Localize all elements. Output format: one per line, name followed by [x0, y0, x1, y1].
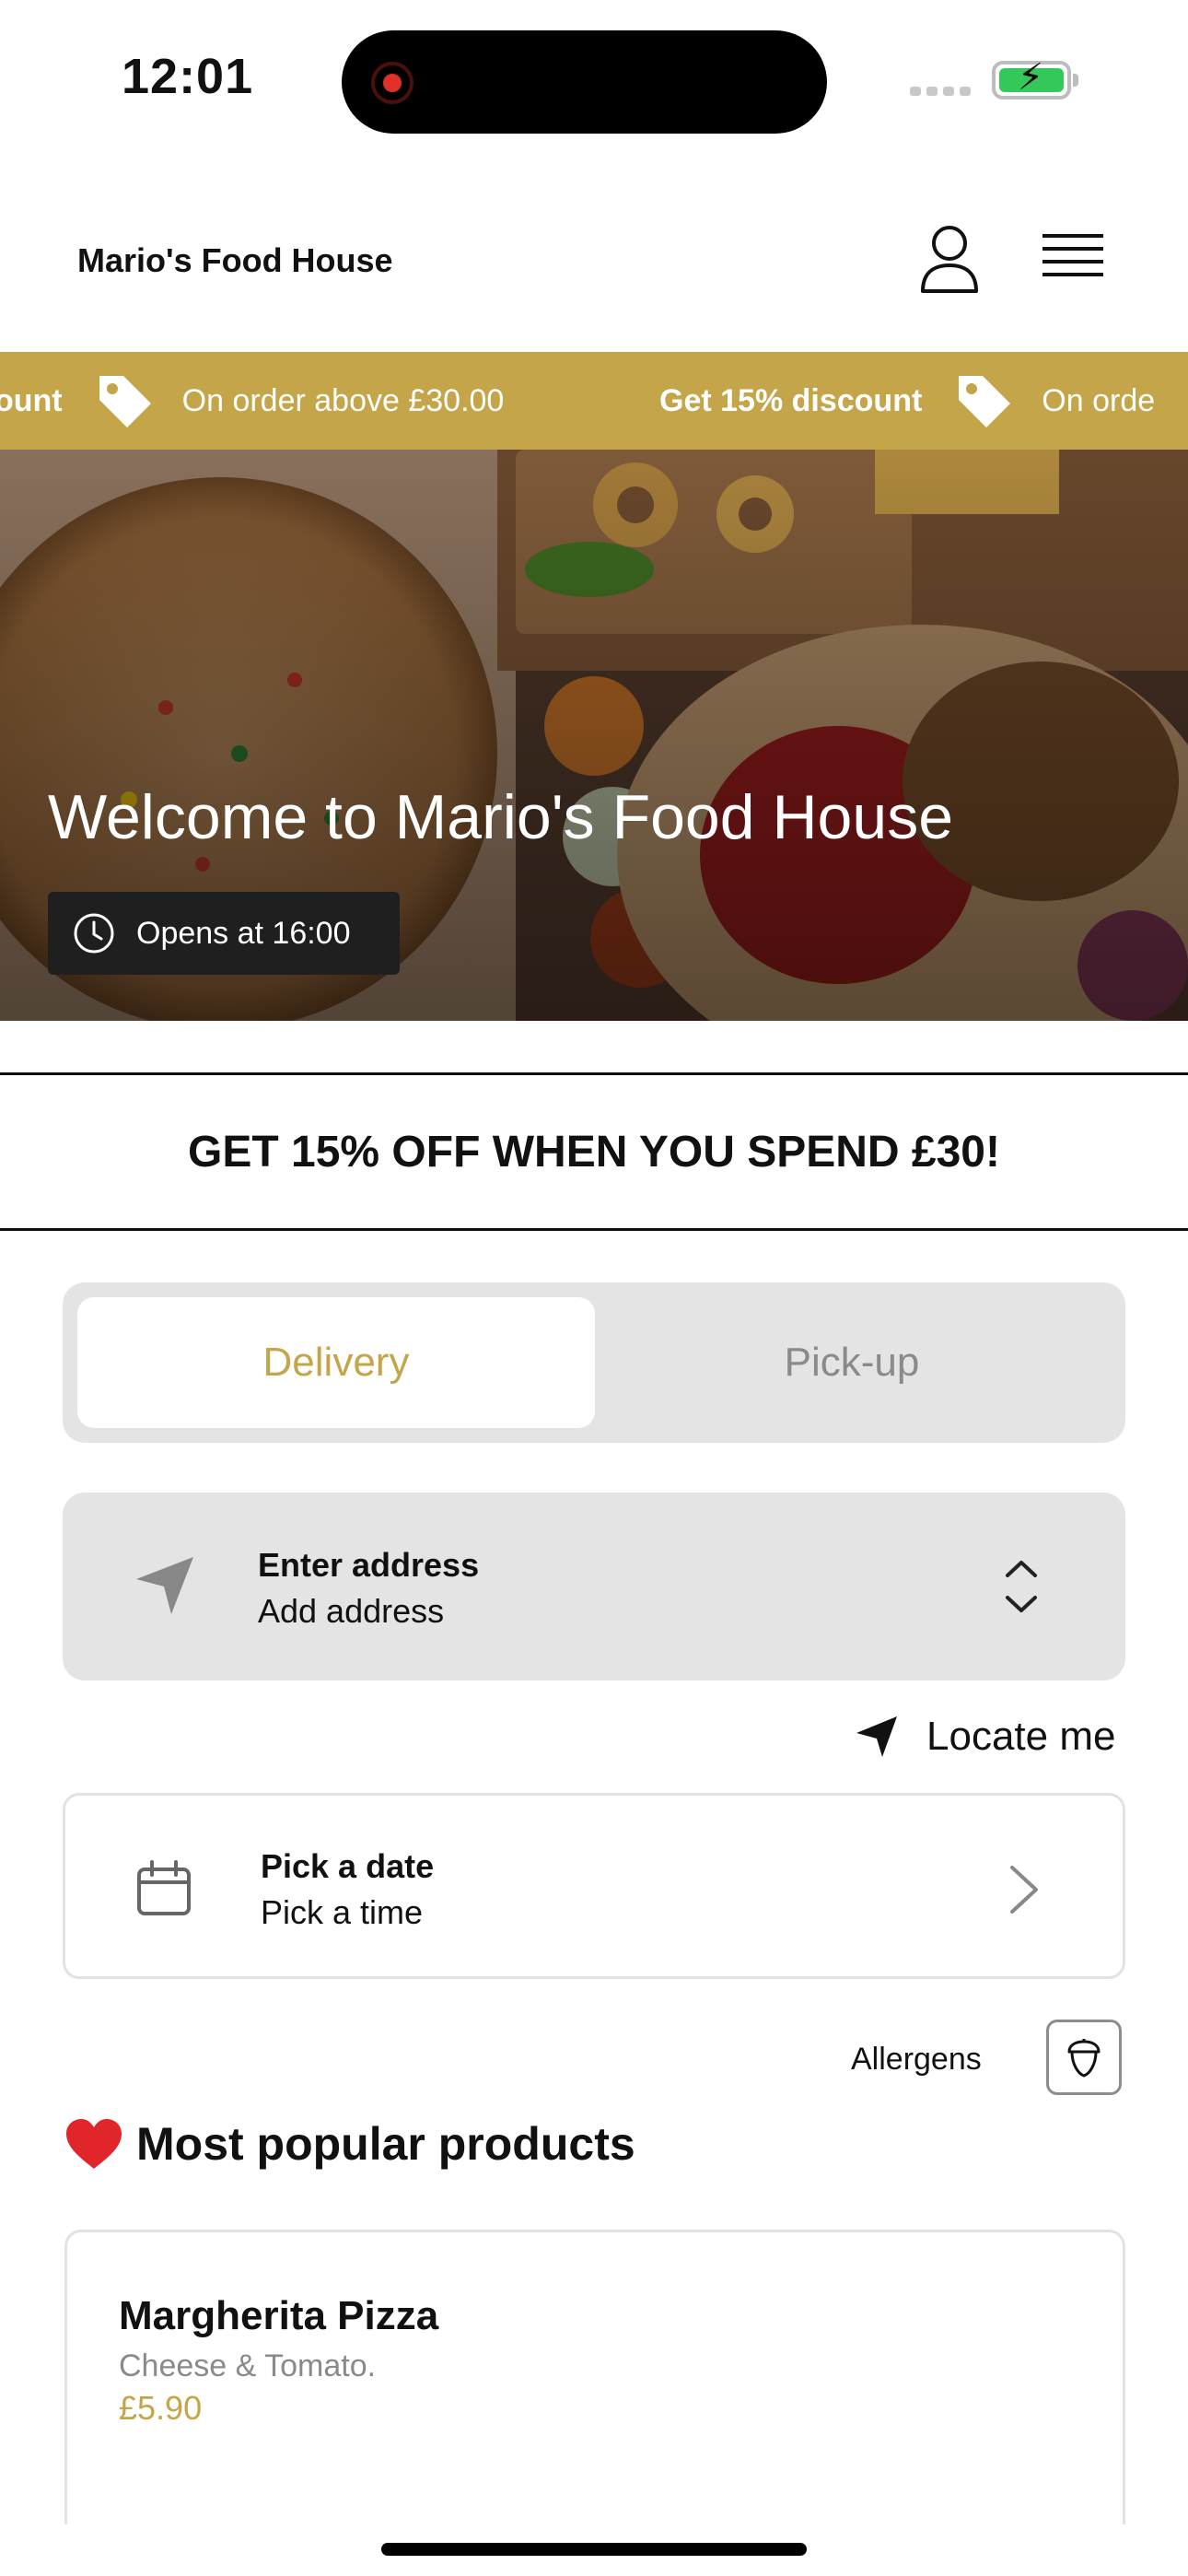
delivery-tab[interactable]: Delivery — [77, 1297, 595, 1428]
recording-indicator-icon — [371, 62, 413, 104]
promo-text: GET 15% OFF WHEN YOU SPEND £30! — [188, 1127, 1000, 1177]
ticker-item: ount On order above £30.00 — [0, 352, 504, 450]
order-mode-toggle: Delivery Pick-up — [63, 1282, 1125, 1443]
chevron-up-down-icon — [1006, 1561, 1037, 1612]
heart-icon — [66, 2119, 122, 2169]
price-tag-icon — [99, 376, 151, 427]
clock-icon — [74, 913, 114, 954]
address-selector[interactable]: Enter address Add address — [63, 1493, 1125, 1680]
time-subtitle: Pick a time — [261, 1893, 424, 1931]
ticker-highlight: Get 15% discount — [659, 382, 923, 418]
date-title: Pick a date — [261, 1847, 435, 1885]
product-description: Cheese & Tomato. — [119, 2348, 377, 2383]
date-time-picker[interactable]: Pick a date Pick a time — [63, 1793, 1125, 1979]
location-arrow-icon — [136, 1557, 193, 1614]
home-indicator[interactable] — [381, 2543, 807, 2556]
locate-me-label: Locate me — [926, 1714, 1116, 1759]
status-time: 12:01 — [122, 49, 254, 104]
app-header: Mario's Food House — [0, 184, 1188, 350]
popular-products-heading: Most popular products — [64, 2117, 635, 2171]
signal-icon — [910, 87, 971, 96]
promo-banner: GET 15% OFF WHEN YOU SPEND £30! — [0, 1072, 1188, 1231]
opening-hours-badge: Opens at 16:00 — [48, 892, 400, 975]
product-name: Margherita Pizza — [119, 2293, 439, 2338]
address-subtitle: Add address — [258, 1592, 445, 1630]
chevron-right-icon — [1010, 1866, 1038, 1914]
product-price: £5.90 — [119, 2389, 203, 2427]
battery-icon: ⚡ — [992, 57, 1078, 100]
user-account-icon[interactable] — [919, 223, 980, 295]
ticker-item: Get 15% discount On orde — [659, 352, 1155, 450]
brand-name[interactable]: Mario's Food House — [77, 241, 393, 280]
hero-banner: Welcome to Mario's Food House Opens at 1… — [0, 450, 1188, 1021]
discount-ticker: ount On order above £30.00 Get 15% disco… — [0, 352, 1188, 450]
charging-bolt-icon: ⚡ — [1018, 57, 1044, 98]
address-text: Enter address Add address — [258, 1546, 479, 1631]
calendar-icon — [137, 1860, 191, 1915]
locate-me-button[interactable]: Locate me — [855, 1710, 1125, 1763]
allergens-button[interactable] — [1046, 2020, 1122, 2095]
address-title: Enter address — [258, 1546, 480, 1584]
date-text: Pick a date Pick a time — [261, 1847, 434, 1932]
ticker-text: On orde — [1042, 382, 1156, 418]
pickup-tab[interactable]: Pick-up — [593, 1297, 1111, 1428]
product-card[interactable]: Margherita Pizza Cheese & Tomato. £5.90 — [64, 2230, 1125, 2524]
location-arrow-icon — [856, 1716, 897, 1757]
allergens-label: Allergens — [851, 2042, 982, 2077]
price-tag-icon — [959, 376, 1011, 427]
dynamic-island — [342, 30, 827, 134]
status-bar: 12:01 ⚡ — [0, 0, 1188, 157]
opening-hours-text: Opens at 16:00 — [136, 915, 351, 951]
hamburger-menu-icon[interactable] — [1042, 230, 1103, 284]
acorn-icon — [1067, 2039, 1101, 2078]
welcome-title: Welcome to Mario's Food House — [48, 782, 954, 852]
popular-heading-text: Most popular products — [136, 2118, 635, 2170]
ticker-highlight: ount — [0, 382, 63, 418]
ticker-text: On order above £30.00 — [181, 382, 505, 418]
